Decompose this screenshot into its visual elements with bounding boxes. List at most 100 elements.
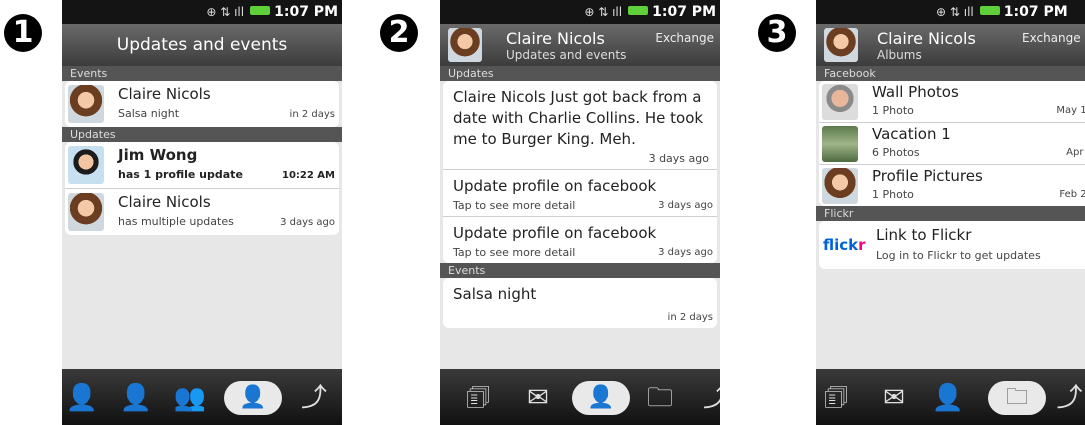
group-icon: 👥	[173, 383, 207, 413]
item-title: Update profile on facebook	[453, 224, 657, 242]
section-header-events: Events	[440, 263, 720, 278]
photos-icon: 🗀	[646, 383, 673, 413]
tab-details[interactable]: 🗊	[816, 378, 856, 418]
list-item[interactable]: Jim Wong has 1 profile update 10:22 AM	[65, 142, 339, 189]
tab-albums[interactable]: 🗀	[640, 378, 680, 418]
avatar[interactable]	[448, 28, 482, 62]
details-icon: 🗊	[465, 383, 491, 413]
header-subtitle: Albums	[877, 48, 922, 62]
album-title: Wall Photos	[872, 83, 959, 101]
status-text: Claire Nicols Just got back from a date …	[453, 88, 704, 148]
details-icon: 🗊	[823, 383, 849, 413]
list-item[interactable]: Update profile on facebook Tap to see mo…	[443, 170, 717, 217]
tab-call-history[interactable]: ⤴	[1054, 378, 1085, 418]
account-type: Exchange	[655, 31, 714, 45]
item-time: 3 days ago	[648, 152, 709, 165]
list-item[interactable]: Claire Nicols has multiple updates 3 day…	[65, 189, 339, 235]
flickr-logo: flickr	[823, 236, 866, 254]
tab-messages[interactable]: ✉	[874, 378, 914, 418]
list-item[interactable]: Claire Nicols Salsa night in 2 days	[65, 81, 339, 127]
person-heart-icon: 👤	[119, 383, 153, 413]
item-name: Claire Nicols	[118, 85, 211, 103]
updates-list[interactable]: Events Claire Nicols Salsa night in 2 da…	[62, 66, 342, 369]
tab-updates[interactable]: 👤	[572, 381, 630, 415]
list-item[interactable]: Salsa night in 2 days	[443, 278, 717, 328]
envelope-icon: ✉	[527, 383, 549, 413]
tab-call-history[interactable]: ⤴	[696, 378, 720, 418]
item-time: 3 days ago	[280, 217, 335, 228]
battery-icon	[628, 6, 649, 15]
tab-contacts[interactable]: 👤	[62, 378, 102, 418]
item-title: Update profile on facebook	[453, 177, 657, 195]
updates-card: Claire Nicols Just got back from a date …	[443, 81, 717, 263]
album-thumbnail	[822, 84, 858, 120]
status-bar: ⊕ ⇅ ıll 1:07 PM	[440, 0, 720, 24]
step-2-marker: 2	[380, 14, 418, 52]
item-time: in 2 days	[667, 312, 713, 323]
tab-bar: 👤 👤 👥 👤 ⤴	[62, 369, 342, 425]
album-item[interactable]: Wall Photos 1 Photo May 12	[819, 81, 1085, 123]
clock: 1:07 PM	[1003, 4, 1068, 20]
status-update-item[interactable]: Claire Nicols Just got back from a date …	[443, 81, 717, 170]
photo-count: 6 Photos	[872, 146, 920, 159]
photo-count: 1 Photo	[872, 188, 914, 201]
avatar	[68, 146, 104, 184]
flickr-link-title: Link to Flickr	[876, 226, 972, 244]
tab-groups[interactable]: 👥	[170, 378, 210, 418]
person-update-icon: 👤	[587, 385, 615, 410]
events-card: Salsa night in 2 days	[443, 278, 717, 328]
avatar	[68, 85, 104, 123]
tab-bar: 🗊 ✉ 👤 🗀 ⤴	[816, 369, 1085, 425]
tab-albums[interactable]: 🗀	[988, 381, 1046, 415]
album-title: Profile Pictures	[872, 167, 983, 185]
status-bar: ⊕ ⇅ ıll 1:07 PM	[62, 0, 342, 24]
section-header-facebook: Facebook	[816, 66, 1085, 81]
item-time: 10:22 AM	[281, 170, 335, 181]
item-time: 3 days ago	[658, 200, 713, 211]
person-update-icon: 👤	[239, 385, 267, 410]
album-item[interactable]: Vacation 1 6 Photos Apr 2	[819, 123, 1085, 165]
album-thumbnail	[822, 168, 858, 204]
contact-header: Claire Nicols Albums Exchange	[816, 24, 1085, 66]
tab-updates[interactable]: 👤	[224, 381, 282, 415]
item-detail: Salsa night	[118, 107, 180, 120]
person-update-icon: 👤	[931, 383, 965, 413]
item-detail: has 1 profile update	[118, 168, 243, 181]
album-date: Feb 24	[1059, 189, 1085, 200]
flickr-link-detail: Log in to Flickr to get updates	[876, 249, 1041, 262]
section-header-updates: Updates	[440, 66, 720, 81]
status-bar: ⊕ ⇅ ıll 1:07 PM	[816, 0, 1085, 24]
account-type: Exchange	[1022, 31, 1081, 45]
albums-list[interactable]: Facebook Wall Photos 1 Photo May 12 Vaca…	[816, 66, 1085, 369]
item-time: in 2 days	[289, 109, 335, 120]
battery-icon	[250, 6, 271, 15]
tab-details[interactable]: 🗊	[458, 378, 498, 418]
tab-messages[interactable]: ✉	[518, 378, 558, 418]
tab-bar: 🗊 ✉ 👤 🗀 ⤴	[440, 369, 720, 425]
avatar[interactable]	[824, 28, 858, 62]
photo-count: 1 Photo	[872, 104, 914, 117]
photos-icon: 🗀	[1005, 385, 1028, 410]
flickr-link-item[interactable]: flickr Link to Flickr Log in to Flickr t…	[819, 221, 1085, 269]
step-1-marker: 1	[4, 14, 42, 52]
contact-updates-list[interactable]: Updates Claire Nicols Just got back from…	[440, 66, 720, 369]
screen-updates-and-events: ⊕ ⇅ ıll 1:07 PM Updates and events Events…	[62, 0, 342, 425]
updates-card: Jim Wong has 1 profile update 10:22 AM C…	[65, 142, 339, 235]
screen-contact-albums: ⊕ ⇅ ıll 1:07 PM Claire Nicols Albums Exch…	[816, 0, 1085, 425]
list-item[interactable]: Update profile on facebook Tap to see mo…	[443, 217, 717, 263]
contact-name: Claire Nicols	[877, 29, 976, 48]
header-subtitle: Updates and events	[506, 48, 627, 62]
tab-updates[interactable]: 👤	[928, 378, 968, 418]
status-icons: ⊕ ⇅ ıll	[936, 5, 974, 19]
status-icons: ⊕ ⇅ ıll	[584, 5, 623, 19]
album-date: May 12	[1056, 105, 1085, 116]
tab-call-log[interactable]: ⤴	[294, 378, 334, 418]
contact-name: Claire Nicols	[506, 29, 605, 48]
call-log-icon: ⤴	[300, 383, 327, 413]
events-card: Claire Nicols Salsa night in 2 days	[65, 81, 339, 127]
album-item[interactable]: Profile Pictures 1 Photo Feb 24	[819, 165, 1085, 206]
section-header-events: Events	[62, 66, 342, 81]
tab-favorites[interactable]: 👤	[116, 378, 156, 418]
step-3-marker: 3	[758, 14, 796, 52]
flickr-card: flickr Link to Flickr Log in to Flickr t…	[819, 221, 1085, 269]
